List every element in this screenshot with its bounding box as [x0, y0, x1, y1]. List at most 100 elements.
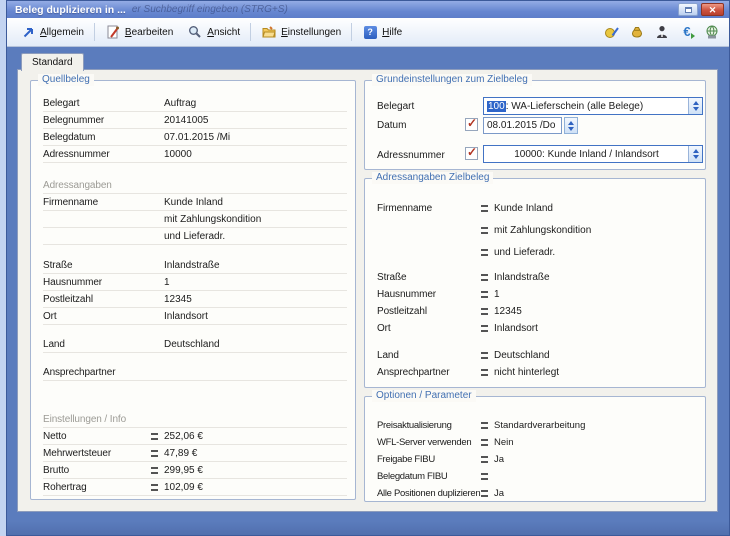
field-row — [43, 245, 347, 257]
field-value: Kunde Inland — [164, 197, 223, 208]
close-button[interactable] — [701, 3, 724, 16]
field-label: Belegnummer — [43, 115, 151, 126]
field-value: 1 — [164, 277, 170, 288]
field-value: und Lieferadr. — [164, 231, 225, 242]
field-label: Postleitzahl — [43, 294, 151, 305]
belegart-rest-text: : WA-Lieferschein (alle Belege) — [506, 101, 643, 112]
field-row: Firmenname Kunde Inland — [377, 197, 697, 219]
field-row: Land Deutschland — [43, 336, 347, 353]
content-panel: Quellbeleg Belegart Auftrag Belegnummer … — [17, 69, 718, 512]
group-title-quellbeleg: Quellbeleg — [38, 74, 94, 86]
equals-icon — [481, 325, 494, 332]
field-value: und Lieferadr. — [494, 247, 555, 258]
field-label: Hausnummer — [43, 277, 151, 288]
group-optionen-parameter: Optionen / Parameter Preisaktualisierung… — [364, 396, 706, 502]
field-row: Ort Inlandsort — [377, 320, 697, 337]
edit-page-icon — [105, 24, 121, 40]
field-value: 20141005 — [164, 115, 209, 126]
field-label: Hausnummer — [377, 289, 481, 300]
adressnummer-select[interactable]: 10000: Kunde Inland / Inlandsort — [483, 145, 703, 163]
spinner-icon[interactable] — [688, 98, 702, 114]
money-bag-icon[interactable] — [629, 24, 645, 40]
tab-standard[interactable]: Standard — [21, 53, 84, 71]
field-value: Deutschland — [164, 339, 220, 350]
field-value: 12345 — [494, 306, 522, 317]
menu-item-ansicht[interactable]: Ansicht — [180, 21, 247, 43]
field-label: Straße — [43, 260, 151, 271]
equals-icon — [481, 227, 494, 234]
adressnummer-checkbox[interactable] — [465, 147, 478, 160]
equals-icon — [151, 433, 164, 440]
menu-item-bearbeiten[interactable]: Bearbeiten — [98, 21, 180, 43]
field-row: mit Zahlungskondition — [43, 211, 347, 228]
field-label: Firmenname — [43, 197, 151, 208]
voucher-edit-icon[interactable] — [604, 24, 620, 40]
field-label: Preisaktualisierung — [377, 420, 481, 431]
field-label: Alle Positionen duplizieren — [377, 488, 481, 499]
equals-icon — [481, 369, 494, 376]
datum-checkbox[interactable] — [465, 118, 478, 131]
equals-icon — [481, 473, 494, 480]
field-row — [43, 163, 347, 177]
field-label: Rohertrag — [43, 482, 151, 493]
menu-item-einstellungen[interactable]: Einstellungen — [254, 21, 348, 43]
field-row: Preisaktualisierung Standardverarbeitung — [377, 417, 697, 434]
spinner-icon[interactable] — [688, 146, 702, 162]
euro-icon[interactable] — [679, 24, 695, 40]
field-value: Inlandstraße — [164, 260, 220, 271]
group-quellbeleg: Quellbeleg Belegart Auftrag Belegnummer … — [30, 80, 356, 500]
field-row: Land Deutschland — [377, 347, 697, 364]
menu-item-allgemein[interactable]: Allgemein — [13, 21, 91, 43]
datum-field[interactable]: 08.01.2015 /Do — [483, 117, 562, 134]
belegart-label: Belegart — [377, 101, 481, 112]
field-value: 47,89 € — [164, 448, 197, 459]
menu-item-hilfe[interactable]: Hilfe — [355, 21, 409, 43]
field-value: nicht hinterlegt — [494, 367, 559, 378]
field-row — [43, 353, 347, 364]
magnifier-icon — [187, 24, 203, 40]
field-label: Straße — [377, 272, 481, 283]
field-value: Ja — [494, 488, 504, 499]
field-label: Firmenname — [377, 203, 481, 214]
customer-icon[interactable] — [654, 24, 670, 40]
field-label: Land — [377, 350, 481, 361]
titlebar[interactable]: Beleg duplizieren in ... er Suchbegriff … — [7, 1, 729, 18]
field-row: Adressangaben — [43, 177, 347, 194]
equals-icon — [151, 467, 164, 474]
field-value: Inlandsort — [494, 323, 538, 334]
field-value: mit Zahlungskondition — [164, 214, 261, 225]
equals-icon — [481, 291, 494, 298]
group-title-optionen: Optionen / Parameter — [372, 390, 476, 402]
equals-icon — [151, 450, 164, 457]
field-label: Adressangaben — [43, 180, 151, 191]
toolbar-separator — [250, 23, 251, 41]
field-label: Freigabe FIBU — [377, 454, 481, 465]
field-label: Ansprechpartner — [43, 367, 151, 378]
field-label: WFL-Server verwenden — [377, 437, 481, 448]
equals-icon — [481, 490, 494, 497]
field-value: Auftrag — [164, 98, 196, 109]
restore-button[interactable] — [678, 3, 698, 16]
field-row: Straße Inlandstraße — [43, 257, 347, 274]
belegart-select[interactable]: 100 : WA-Lieferschein (alle Belege) — [483, 97, 703, 115]
equals-icon — [481, 422, 494, 429]
group-adressangaben-zielbeleg: Adressangaben Zielbeleg Firmenname Kunde… — [364, 178, 706, 388]
field-row: Hausnummer 1 — [377, 286, 697, 303]
print-globe-icon[interactable] — [704, 24, 720, 40]
field-row: Postleitzahl 12345 — [377, 303, 697, 320]
datum-spinner[interactable] — [564, 117, 578, 134]
field-row: und Lieferadr. — [43, 228, 347, 245]
field-row: Freigabe FIBU Ja — [377, 451, 697, 468]
field-row: Firmenname Kunde Inland — [43, 194, 347, 211]
field-label: Belegdatum FIBU — [377, 471, 481, 482]
field-value: mit Zahlungskondition — [494, 225, 591, 236]
field-row: Ansprechpartner nicht hinterlegt — [377, 364, 697, 381]
equals-icon — [481, 249, 494, 256]
toolbar-separator — [94, 23, 95, 41]
adressangaben-rows: Firmenname Kunde Inland mit Zahlungskond… — [377, 197, 697, 381]
arrow-up-right-icon — [20, 24, 36, 40]
group-title-grundeinstellungen: Grundeinstellungen zum Zielbeleg — [372, 74, 532, 86]
field-value: Kunde Inland — [494, 203, 553, 214]
field-row: und Lieferadr. — [377, 241, 697, 263]
field-row: Mehrwertsteuer 47,89 € — [43, 445, 347, 462]
